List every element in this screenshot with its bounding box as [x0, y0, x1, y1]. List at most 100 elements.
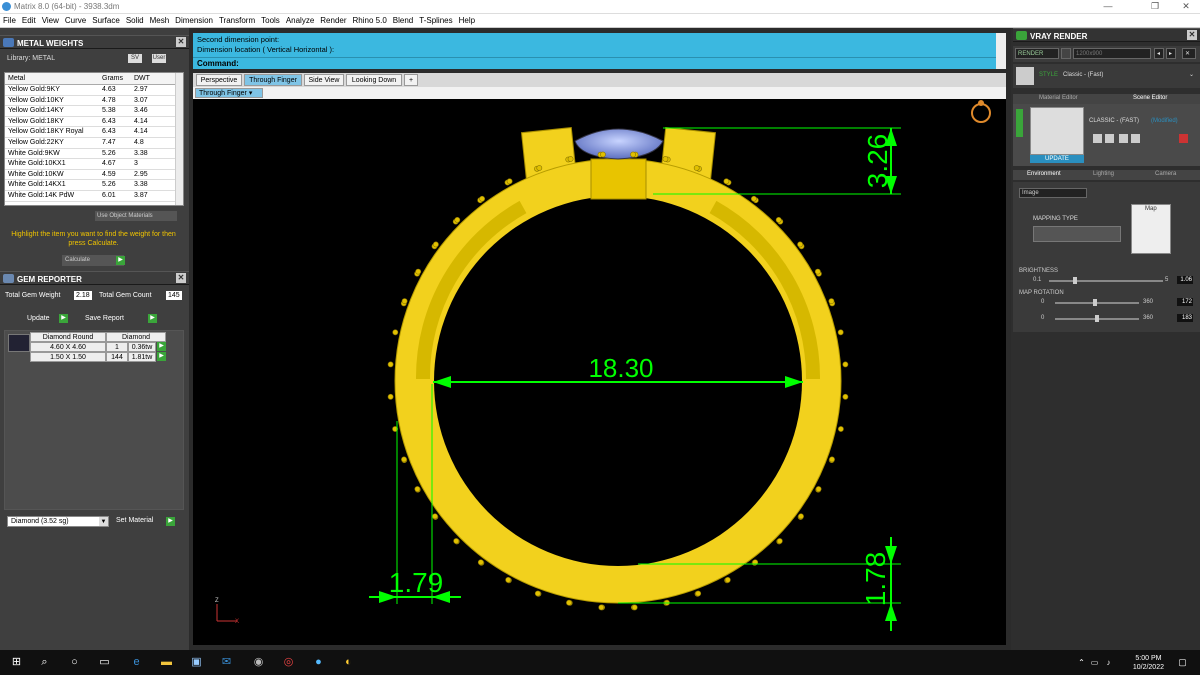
- command-scrollbar[interactable]: [996, 33, 1006, 69]
- tab-scene-editor[interactable]: Scene Editor: [1133, 95, 1167, 101]
- metal-row[interactable]: Yellow Gold:10KY 4.78 3.07: [5, 96, 183, 107]
- close-render-icon[interactable]: ✕: [1182, 48, 1196, 59]
- style-value[interactable]: Classic - (Fast): [1063, 72, 1103, 78]
- metal-row[interactable]: White Gold:10KX1 4.67 3: [5, 159, 183, 170]
- metal-table-scrollbar[interactable]: [175, 73, 183, 205]
- system-clock[interactable]: 5:00 PM 10/2/2022: [1133, 654, 1164, 672]
- edge-icon[interactable]: e: [130, 656, 143, 669]
- matrix-icon[interactable]: ●: [312, 656, 325, 669]
- tab-material-editor[interactable]: Material Editor: [1039, 95, 1078, 101]
- reset-icon[interactable]: [1179, 134, 1188, 143]
- cortana-icon[interactable]: ○: [68, 656, 81, 669]
- rotation-value-1[interactable]: 172: [1177, 298, 1193, 306]
- set-material-go-icon[interactable]: ▶: [166, 517, 175, 526]
- add-tab-icon[interactable]: +: [404, 74, 418, 86]
- brightness-value[interactable]: 1.06: [1177, 276, 1193, 284]
- gem-row-go-icon[interactable]: ▶: [157, 352, 166, 361]
- material-tool-icon[interactable]: [1093, 134, 1102, 143]
- windows-start-icon[interactable]: ⊞: [10, 656, 23, 669]
- material-select[interactable]: Diamond (3.52 sg) ▼: [7, 516, 109, 527]
- calculate-button[interactable]: Calculate: [62, 255, 124, 266]
- menu-file[interactable]: File: [0, 14, 19, 25]
- tab-perspective[interactable]: Perspective: [196, 74, 242, 86]
- close-icon[interactable]: ✕: [1176, 1, 1196, 12]
- menu-solid[interactable]: Solid: [123, 14, 147, 25]
- material-tool-icon[interactable]: [1119, 134, 1128, 143]
- expand-handle[interactable]: [1016, 109, 1023, 137]
- save-report-button[interactable]: Save Report: [85, 315, 124, 322]
- metal-table[interactable]: Metal Grams DWT Yellow Gold:9KY 4.63 2.97 Y…: [4, 72, 184, 206]
- app-icon[interactable]: ◉: [252, 656, 265, 669]
- metal-row[interactable]: Yellow Gold:14KY 5.38 3.46: [5, 106, 183, 117]
- material-tool-icon[interactable]: [1131, 134, 1140, 143]
- update-go-icon[interactable]: ▶: [59, 314, 68, 323]
- chevron-down-icon[interactable]: ⌄: [1189, 71, 1194, 78]
- user-button[interactable]: User: [152, 54, 166, 63]
- volume-icon[interactable]: ♪: [1102, 656, 1115, 669]
- brightness-slider[interactable]: 0.1 5 1.06: [1019, 276, 1195, 284]
- rhino-icon[interactable]: ◐: [342, 656, 355, 669]
- metal-row[interactable]: Yellow Gold:18KY Royal 6.43 4.14: [5, 127, 183, 138]
- sv-button[interactable]: SV: [128, 54, 142, 63]
- rotation-slider-2[interactable]: 0 360 183: [1019, 314, 1195, 322]
- tab-side-view[interactable]: Side View: [304, 74, 344, 86]
- task-view-icon[interactable]: ▭: [98, 656, 111, 669]
- notifications-icon[interactable]: ▢: [1176, 656, 1189, 669]
- menu-render[interactable]: Render: [317, 14, 349, 25]
- chevron-down-icon[interactable]: ▾: [249, 90, 253, 97]
- menu-curve[interactable]: Curve: [62, 14, 89, 25]
- metal-row[interactable]: Yellow Gold:22KY 7.47 4.8: [5, 138, 183, 149]
- menu-tools[interactable]: Tools: [258, 14, 283, 25]
- save-report-go-icon[interactable]: ▶: [148, 314, 157, 323]
- map-thumbnail[interactable]: Map: [1131, 204, 1171, 254]
- viewport-canvas[interactable]: 18.30 3.26 1.79 1.78 Z X: [193, 99, 1006, 645]
- tab-camera[interactable]: Camera: [1155, 171, 1176, 177]
- env-type-select[interactable]: Image: [1019, 188, 1087, 198]
- command-input[interactable]: Command:: [193, 57, 996, 69]
- chrome-icon[interactable]: ◎: [282, 656, 295, 669]
- ring-view-icon[interactable]: [971, 103, 991, 123]
- rotation-slider-1[interactable]: 0 360 172: [1019, 298, 1195, 306]
- metal-row[interactable]: White Gold:10KW 4.59 2.95: [5, 170, 183, 181]
- close-gem-panel-icon[interactable]: ✕: [176, 273, 186, 283]
- render-settings-icon[interactable]: [1061, 48, 1071, 59]
- use-object-materials[interactable]: Use Object Materials: [95, 211, 177, 221]
- close-panel-icon[interactable]: ✕: [176, 37, 186, 47]
- metal-row[interactable]: Yellow Gold:18KY 6.43 4.14: [5, 117, 183, 128]
- metal-row[interactable]: White Gold:9KW 5.26 3.38: [5, 149, 183, 160]
- maximize-icon[interactable]: ❐: [1145, 1, 1165, 12]
- menu-tsplines[interactable]: T-Splines: [416, 14, 455, 25]
- network-icon[interactable]: ▭: [1088, 656, 1101, 669]
- menu-analyze[interactable]: Analyze: [283, 14, 317, 25]
- menu-mesh[interactable]: Mesh: [147, 14, 173, 25]
- update-preview-button[interactable]: UPDATE: [1030, 155, 1084, 163]
- menu-dimension[interactable]: Dimension: [172, 14, 216, 25]
- menu-edit[interactable]: Edit: [19, 14, 39, 25]
- minimize-icon[interactable]: —: [1098, 1, 1118, 11]
- gem-row-go-icon[interactable]: ▶: [157, 342, 166, 351]
- resolution-field[interactable]: 1200x900: [1073, 48, 1151, 59]
- metal-row[interactable]: White Gold:14KX1 5.26 3.38: [5, 180, 183, 191]
- menu-help[interactable]: Help: [456, 14, 478, 25]
- menu-blend[interactable]: Blend: [390, 14, 416, 25]
- next-icon[interactable]: ▸: [1166, 48, 1176, 59]
- tab-through-finger[interactable]: Through Finger: [244, 74, 302, 86]
- material-tool-icon[interactable]: [1105, 134, 1114, 143]
- update-button[interactable]: Update: [27, 315, 50, 322]
- menu-rhino[interactable]: Rhino 5.0: [350, 14, 390, 25]
- metal-row[interactable]: Yellow Gold:9KY 4.63 2.97: [5, 85, 183, 96]
- menu-transform[interactable]: Transform: [216, 14, 258, 25]
- viewport-label[interactable]: Through Finger ▾: [195, 88, 263, 98]
- render-button[interactable]: RENDER: [1015, 48, 1059, 59]
- tab-lighting[interactable]: Lighting: [1093, 171, 1114, 177]
- file-explorer-icon[interactable]: ▬: [160, 656, 173, 669]
- close-vray-icon[interactable]: ✕: [1187, 30, 1197, 40]
- search-icon[interactable]: ⌕: [38, 656, 51, 669]
- menu-surface[interactable]: Surface: [89, 14, 123, 25]
- chevron-down-icon[interactable]: ▼: [99, 517, 108, 526]
- metal-row[interactable]: White Gold:14K PdW 6.01 3.87: [5, 191, 183, 202]
- calculate-go-icon[interactable]: ▶: [116, 256, 125, 265]
- tab-environment[interactable]: Environment: [1027, 171, 1061, 177]
- mapping-type-buttons[interactable]: [1033, 226, 1121, 242]
- set-material-button[interactable]: Set Material: [116, 517, 153, 524]
